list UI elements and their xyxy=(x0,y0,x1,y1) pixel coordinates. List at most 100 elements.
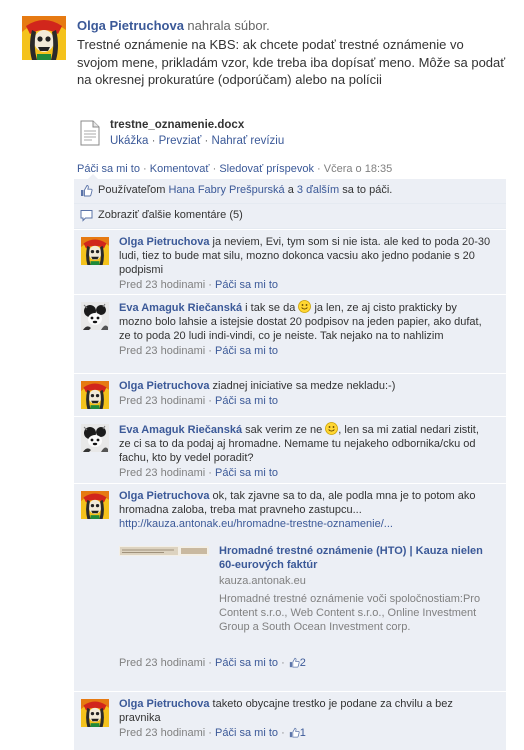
attachment-preview-link[interactable]: Ukážka xyxy=(110,135,148,147)
comment-meta: Pred 23 hodinami · Páči sa mi to · 1 xyxy=(119,726,491,740)
likes-prefix: Používateľom xyxy=(98,184,166,196)
separator: · xyxy=(208,467,212,479)
comment-meta: Pred 23 hodinami · Páči sa mi to xyxy=(119,278,491,292)
comment-content: Olga Pietruchova ja neviem, Evi, tym som… xyxy=(119,235,491,292)
smiley-emoticon-icon xyxy=(325,422,338,435)
link-preview[interactable]: Hromadné trestné oznámenie (HTO) | Kauza… xyxy=(119,543,491,655)
separator: · xyxy=(208,657,212,669)
post-like-link[interactable]: Páči sa mi to xyxy=(77,163,140,175)
comment-bubble-icon xyxy=(80,210,93,222)
comment-item: Olga Pietruchova ok, tak zjavne sa to da… xyxy=(74,483,506,692)
comment-like-link[interactable]: Páči sa mi to xyxy=(215,395,278,407)
comment-time[interactable]: Pred 23 hodinami xyxy=(119,395,205,407)
comment-like-link[interactable]: Páči sa mi to xyxy=(215,657,278,669)
comment-like-link[interactable]: Páči sa mi to xyxy=(215,345,278,357)
separator: · xyxy=(143,163,147,175)
comment-time[interactable]: Pred 23 hodinami xyxy=(119,657,205,669)
likes-summary-row: Používateľom Hana Fabry Prešpurská a 3 ď… xyxy=(74,179,506,204)
link-preview-title[interactable]: Hromadné trestné oznámenie (HTO) | Kauza… xyxy=(219,544,489,572)
comment-text: sak verim ze ne xyxy=(245,424,323,436)
post-header: Olga Pietruchova nahrala súbor. xyxy=(77,17,507,35)
post-author-name[interactable]: Olga Pietruchova xyxy=(77,18,184,33)
attachment-download-link[interactable]: Prevziať xyxy=(159,135,202,147)
commenter-avatar[interactable] xyxy=(81,237,109,265)
comment-text: i tak se da xyxy=(245,302,296,314)
separator: · xyxy=(208,345,212,357)
separator: · xyxy=(212,163,217,175)
comment-item: Olga Pietruchova taketo obycajne trestko… xyxy=(74,691,506,744)
separator: · xyxy=(317,163,321,175)
comment-meta: Pred 23 hodinami · Páči sa mi to xyxy=(119,466,491,480)
post-text: Trestné oznámenie na KBS: ak chcete poda… xyxy=(77,37,506,87)
post-actions: Páči sa mi to · Komentovať · Sledovať pr… xyxy=(77,163,392,175)
post-author-avatar[interactable] xyxy=(22,16,66,60)
attachment-links: Ukážka · Prevziať · Nahrať revíziu xyxy=(110,135,284,147)
comment-content: Eva Amaguk Riečanská sak verim ze ne , l… xyxy=(119,422,491,480)
likes-user-link[interactable]: Hana Fabry Prešpurská xyxy=(168,184,284,196)
comment-meta: Pred 23 hodinami · Páči sa mi to · 2 xyxy=(119,656,491,670)
thumbs-up-icon[interactable] xyxy=(289,657,300,668)
likes-others-link[interactable]: 3 ďalším xyxy=(297,184,339,196)
comment-item: Olga Pietruchova ziadnej iniciative sa m… xyxy=(74,373,506,417)
comment-meta: Pred 23 hodinami · Páči sa mi to xyxy=(119,394,491,408)
comment-author[interactable]: Olga Pietruchova xyxy=(119,236,209,248)
separator: · xyxy=(208,279,212,291)
comment-content: Olga Pietruchova ziadnej iniciative sa m… xyxy=(119,379,491,408)
comment-like-link[interactable]: Páči sa mi to xyxy=(215,279,278,291)
comment-content: Eva Amaguk Riečanská i tak se da ja len,… xyxy=(119,300,491,358)
commenter-avatar[interactable] xyxy=(81,491,109,519)
comment-like-link[interactable]: Páči sa mi to xyxy=(215,467,278,479)
comment-author[interactable]: Eva Amaguk Riečanská xyxy=(119,302,242,314)
show-more-row[interactable]: Zobraziť ďalšie komentáre (5) xyxy=(74,204,506,229)
post-action-text: nahrala súbor. xyxy=(187,18,270,33)
separator: · xyxy=(208,395,212,407)
post-follow-link[interactable]: Sledovať príspevok xyxy=(219,163,314,175)
post-body: Olga Pietruchova nahrala súbor. Trestné … xyxy=(77,17,507,89)
comment-likes-count[interactable]: 1 xyxy=(300,727,306,739)
comment-item: Eva Amaguk Riečanská i tak se da ja len,… xyxy=(74,294,506,374)
comment-time[interactable]: Pred 23 hodinami xyxy=(119,279,205,291)
smiley-emoticon-icon xyxy=(298,300,311,313)
post-comment-link[interactable]: Komentovať xyxy=(150,163,210,175)
commenter-avatar[interactable] xyxy=(81,699,109,727)
file-attachment: trestne_oznamenie.docx Ukážka · Prevziať… xyxy=(80,118,380,152)
likes-suffix: sa to páči. xyxy=(342,184,393,196)
likes-summary: Používateľom Hana Fabry Prešpurská a 3 ď… xyxy=(98,184,392,196)
comments-section: Používateľom Hana Fabry Prešpurská a 3 ď… xyxy=(74,174,506,750)
attachment-upload-revision-link[interactable]: Nahrať revíziu xyxy=(212,135,285,147)
comment-author[interactable]: Olga Pietruchova xyxy=(119,698,209,710)
comment-time[interactable]: Pred 23 hodinami xyxy=(119,727,205,739)
post-timestamp[interactable]: Včera o 18:35 xyxy=(324,163,393,175)
comment-time[interactable]: Pred 23 hodinami xyxy=(119,345,205,357)
comment-time[interactable]: Pred 23 hodinami xyxy=(119,467,205,479)
show-more-comments-link[interactable]: Zobraziť ďalšie komentáre (5) xyxy=(98,209,243,221)
separator: · xyxy=(281,727,285,739)
comment-author[interactable]: Eva Amaguk Riečanská xyxy=(119,424,242,436)
likes-and: a xyxy=(287,184,294,196)
comment-text: ziadnej iniciative sa medze nekladu:-) xyxy=(212,380,396,392)
thumbs-up-icon xyxy=(80,184,93,197)
comment-meta: Pred 23 hodinami · Páči sa mi to xyxy=(119,344,491,358)
comment-item: Olga Pietruchova ja neviem, Evi, tym som… xyxy=(74,229,506,295)
commenter-avatar[interactable] xyxy=(81,381,109,409)
commenter-avatar[interactable] xyxy=(81,424,109,452)
link-preview-domain: kauza.antonak.eu xyxy=(219,575,306,587)
commenter-avatar[interactable] xyxy=(81,302,109,330)
comment-content: Olga Pietruchova ok, tak zjavne sa to da… xyxy=(119,489,491,670)
comment-content: Olga Pietruchova taketo obycajne trestko… xyxy=(119,697,491,740)
comment-author[interactable]: Olga Pietruchova xyxy=(119,380,209,392)
comment-likes-count[interactable]: 2 xyxy=(300,657,306,669)
separator: · xyxy=(208,727,212,739)
comment-like-link[interactable]: Páči sa mi to xyxy=(215,727,278,739)
separator: · xyxy=(151,135,156,147)
separator: · xyxy=(204,135,209,147)
link-preview-description: Hromadné trestné oznámenie voči spoločno… xyxy=(219,593,481,633)
comment-author[interactable]: Olga Pietruchova xyxy=(119,490,209,502)
document-icon xyxy=(80,120,100,146)
thumbs-up-icon[interactable] xyxy=(289,727,300,738)
link-preview-thumbnail[interactable] xyxy=(119,546,209,556)
separator: · xyxy=(281,657,285,669)
comment-item: Eva Amaguk Riečanská sak verim ze ne , l… xyxy=(74,416,506,484)
comment-url-link[interactable]: http://kauza.antonak.eu/hromadne-trestne… xyxy=(119,518,393,530)
attachment-filename: trestne_oznamenie.docx xyxy=(110,119,245,131)
